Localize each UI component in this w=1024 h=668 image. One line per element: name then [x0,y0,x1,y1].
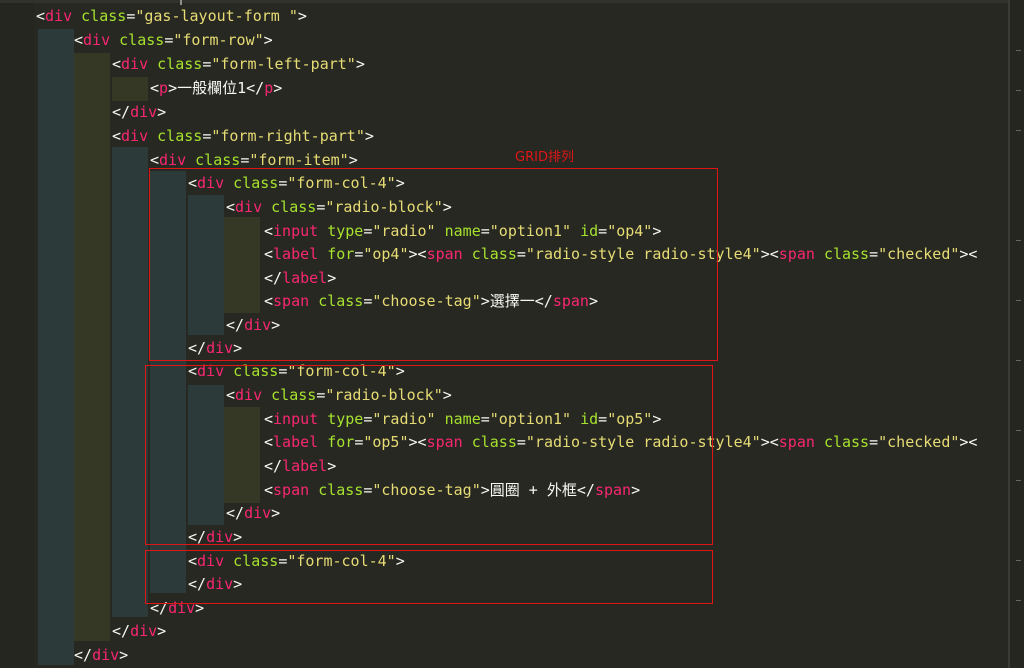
code-token: "gas-layout-form " [135,7,298,25]
code-line: <div class="gas-layout-form "> [36,4,307,28]
code-token: >一般欄位1</ [168,79,265,97]
code-token: div [159,151,187,169]
code-token: span [778,245,815,263]
grid-annotation: GRID排列 [515,150,574,165]
code-token: > [355,55,365,73]
grid-highlight-box [149,168,718,361]
code-line: </div> [112,619,166,643]
code-token: = [869,245,879,263]
code-token: = [869,433,879,451]
code-token: >< [959,433,978,451]
code-token: < [769,433,779,451]
code-token: div [121,55,149,73]
code-token: = [240,151,250,169]
code-token: </ [112,103,131,121]
code-token: div [92,646,120,664]
grid-highlight-box [145,550,713,604]
code-token: > [273,79,283,97]
code-token: class [823,433,870,451]
code-token: "form-item" [249,151,349,169]
code-token: < [36,7,46,25]
code-token: = [202,127,212,145]
code-token: span [778,433,815,451]
code-token: > [119,646,129,664]
code-token: class [81,7,127,25]
code-token: div [121,127,149,145]
code-token: < [769,245,779,263]
code-token: </ [74,646,93,664]
code-token: > [157,103,167,121]
line-gutter [0,0,34,668]
code-token: < [112,127,122,145]
code-token: "checked" [878,433,960,451]
code-token: >< [959,245,978,263]
code-token: < [150,151,160,169]
code-line: <div class="form-row"> [74,28,273,52]
code-line: </div> [112,100,166,124]
code-token: "checked" [878,245,960,263]
code-token: div [83,31,111,49]
code-token: > [297,7,307,25]
code-token: = [202,55,212,73]
code-token: > [157,622,167,640]
code-token: < [150,79,160,97]
code-token: "form-left-part" [211,55,356,73]
code-token: class [157,127,203,145]
code-token: > [760,245,770,263]
code-token: class [195,151,241,169]
code-token: > [348,151,358,169]
code-token: "form-row" [173,31,264,49]
code-token: div [130,622,158,640]
grid-highlight-box [145,365,713,545]
code-token: p [159,79,169,97]
tab-strip-edge [0,0,1008,5]
code-token: class [823,245,870,263]
indent-guide [112,147,148,617]
code-line: </div> [74,643,128,667]
code-token: div [45,7,73,25]
code-token: < [74,31,84,49]
code-token: p [264,79,274,97]
code-token: = [164,31,174,49]
code-line: <div class="form-left-part"> [112,52,365,76]
indent-guide [112,77,148,101]
indent-guide [38,29,74,665]
code-token: div [130,103,158,121]
code-token: > [263,31,273,49]
code-editor[interactable]: <div class="gas-layout-form "> <div class… [0,0,1024,668]
code-line: <p>一般欄位1</p> [150,76,282,100]
code-token: class [119,31,165,49]
code-token: = [126,7,136,25]
code-token: </ [112,622,131,640]
minimap[interactable] [1008,0,1024,668]
code-token: < [112,55,122,73]
code-token: class [157,55,203,73]
code-token: "form-right-part" [211,127,365,145]
code-token: > [364,127,374,145]
indent-guide [74,53,110,641]
code-token: > [760,433,770,451]
code-line: <div class="form-right-part"> [112,124,374,148]
